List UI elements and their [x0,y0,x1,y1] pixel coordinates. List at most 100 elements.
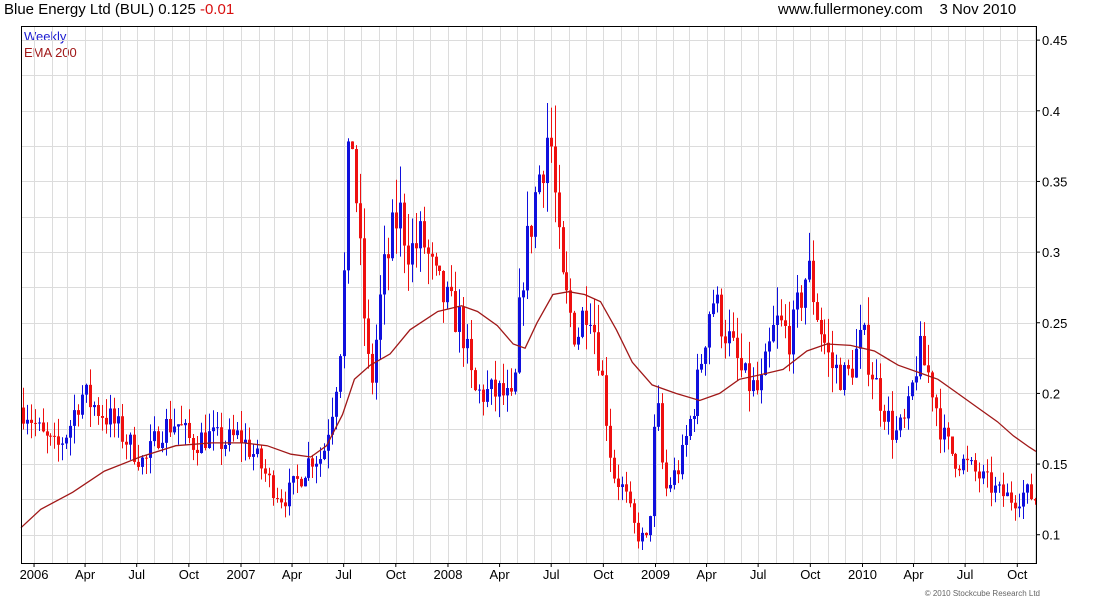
candle-body [157,431,160,449]
candle-body [53,435,56,437]
candle-body [200,432,203,454]
x-tick-label: Jul [543,567,560,582]
candle-body [204,432,207,449]
candle-body [923,335,926,366]
candle-body [248,439,251,457]
candle-body [875,378,878,380]
candle-body [514,372,517,392]
candle-body [645,532,648,536]
candle-body [935,397,938,409]
candle-body [347,141,350,271]
candle-body [407,245,410,265]
candle-body [744,363,747,371]
candle-body [573,312,576,345]
candle-body [315,463,318,467]
candle-body [446,286,449,303]
candle-body [895,430,898,440]
candle-body [367,318,370,354]
candle-body [951,436,954,454]
candle-body [57,436,60,445]
candle-body [966,458,969,461]
candle-body [970,460,973,462]
candle-body [736,337,739,358]
candle-body [617,478,620,488]
candle-body [772,324,775,342]
grid [21,26,1036,563]
candle-body [565,272,568,291]
candle-body [954,453,957,469]
candle-body [883,410,886,422]
candle-body [700,363,703,370]
candle-body [859,329,862,349]
candle-body [839,364,842,390]
candle-body [232,429,235,436]
candle-body [220,427,223,449]
candle-body [673,470,676,485]
y-tick-label: 0.45 [1042,33,1067,48]
candle-body [89,384,92,408]
x-tick-label: Oct [800,567,821,582]
candle-body [355,149,358,204]
candle-body [307,458,310,478]
candle-body [835,364,838,369]
candle-body [49,435,52,437]
candle-body [1026,484,1029,493]
candle-body [947,427,950,437]
candle-body [712,303,715,315]
candle-body [982,471,985,479]
candle-body [506,388,509,396]
candle-body [141,457,144,467]
candle-body [363,238,366,319]
candle-body [81,394,84,415]
candle-body [704,347,707,364]
candle-body [121,416,124,442]
chart-frame [21,26,1040,567]
x-tick-label: Jul [957,567,974,582]
candle-body [46,431,49,436]
y-tick-label: 0.25 [1042,316,1067,331]
candle-body [903,417,906,419]
candle-body [927,365,930,373]
y-tick-label: 0.4 [1042,104,1060,119]
candle-body [319,459,322,464]
x-tick-label: Oct [386,567,407,582]
x-tick-label: Oct [179,567,200,582]
candle-body [482,389,485,402]
candle-body [431,253,434,257]
candle-body [800,292,803,308]
candle-body [879,378,882,411]
candle-body [379,294,382,340]
candle-body [669,484,672,489]
candle-body [693,415,696,420]
candle-body [887,410,890,422]
candle-body [919,335,922,377]
candle-body [323,450,326,460]
y-tick-label: 0.1 [1042,528,1060,543]
candle-body [1014,502,1017,509]
candle-body [843,365,846,390]
candle-body [22,407,25,424]
candle-body [462,306,465,349]
candle-body [339,356,342,392]
candle-body [177,424,180,427]
candle-body [994,485,997,493]
x-tick-label: Apr [282,567,303,582]
candle-body [661,403,664,463]
candle-body [196,449,199,454]
candle-body [395,212,398,229]
candle-body [808,260,811,280]
candle-body [728,331,731,344]
candle-body [284,502,287,507]
candle-body [212,427,215,432]
candle-body [816,302,819,320]
candle-body [1002,484,1005,497]
candle-body [732,331,735,338]
candle-body [208,431,211,449]
y-tick-label: 0.15 [1042,457,1067,472]
ema-200-line [20,291,1037,529]
candle-body [764,351,767,375]
candle-body [792,309,795,355]
x-tick-label: Oct [1007,567,1028,582]
candle-body [161,442,164,449]
candles [22,102,1037,550]
